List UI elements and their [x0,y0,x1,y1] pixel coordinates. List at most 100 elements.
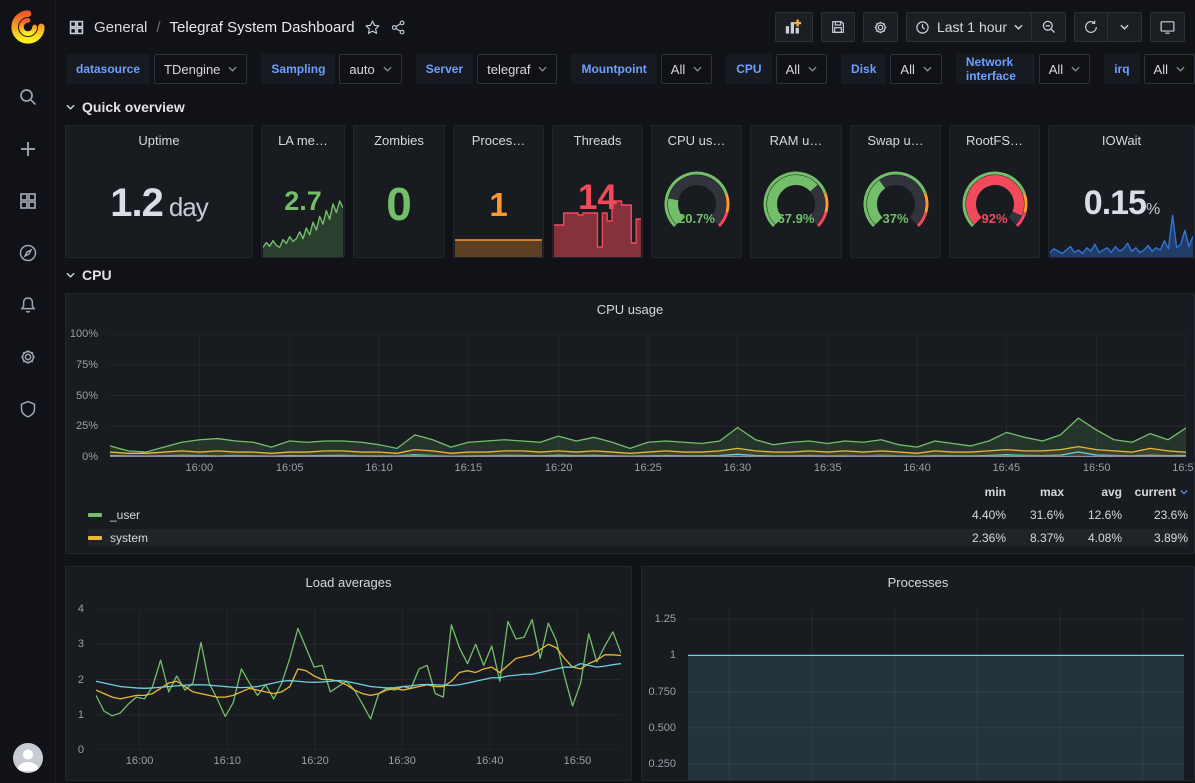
variable-irq: irq All [1104,54,1195,84]
legend-col-min[interactable]: min [948,485,1006,499]
load-average-panel: LA me… 2.7 [261,125,345,258]
cpu-usage-gauge-panel: CPU us… 20.7% [651,125,742,258]
variable-sampling: Sampling auto [261,54,401,84]
server-admin-shield-icon[interactable] [9,394,47,424]
chevron-down-icon [693,66,702,72]
star-icon[interactable] [364,19,381,36]
row-header-quick-overview[interactable]: Quick overview [66,96,1195,118]
stat-panels-row: Uptime 1.2day LA me… 2.7 Zombies 0 Proce… [65,125,1195,258]
cpu-usage-plot[interactable] [110,334,1186,457]
chevron-down-icon [66,272,75,278]
variable-value-dropdown[interactable]: telegraf [477,54,557,84]
legend-row-iowait: iowait 0.696% 4.11% 1.10% 1.24% [88,552,1188,554]
grafana-logo-icon[interactable] [9,8,47,46]
zoom-out-time-button[interactable] [1032,12,1066,42]
rootfs-usage-gauge-panel: RootFS… 92% [949,125,1040,258]
variable-label[interactable]: Mountpoint [571,54,656,84]
variable-label[interactable]: Network interface [956,54,1035,84]
panel-title[interactable]: Uptime [66,126,252,150]
row-title: Quick overview [82,99,185,115]
add-panel-button[interactable] [775,12,813,42]
gauge-value: 20.7% [652,211,741,226]
search-icon[interactable] [9,82,47,112]
variable-value-dropdown[interactable]: All [1039,54,1090,84]
series-label[interactable]: iowait [110,554,948,555]
zombies-value: 0 [386,177,412,231]
ram-usage-gauge-panel: RAM u… 67.9% [750,125,842,258]
series-label[interactable]: system [110,531,948,545]
legend-col-current[interactable]: current [1122,485,1188,499]
panel-title[interactable]: LA me… [262,126,344,150]
load-averages-panel: Load averages 43210 16:0016:1016:2016:30… [65,566,632,781]
rootfs-usage-gauge [950,150,1039,257]
variable-label[interactable]: Disk [841,54,886,84]
variable-value-dropdown[interactable]: All [1144,54,1195,84]
dashboard-grid-icon[interactable] [68,19,85,36]
legend-row-user: _user 4.40% 31.6% 12.6% 23.6% [88,506,1188,523]
time-range-label: Last 1 hour [937,19,1007,35]
bottom-panels-row: Load averages 43210 16:0016:1016:2016:30… [65,566,1195,781]
variable-value-dropdown[interactable]: All [890,54,941,84]
variable-label[interactable]: Sampling [261,54,335,84]
variable-label[interactable]: datasource [66,54,150,84]
panel-title[interactable]: Proces… [454,126,543,150]
variable-label[interactable]: irq [1104,54,1139,84]
variable-value-dropdown[interactable]: All [776,54,827,84]
sidebar [0,0,56,783]
panel-title[interactable]: CPU us… [652,126,741,150]
dashboards-icon[interactable] [9,186,47,216]
alerting-bell-icon[interactable] [9,290,47,320]
panel-title[interactable]: Load averages [66,567,631,593]
chevron-down-icon [538,66,547,72]
panel-title[interactable]: RootFS… [950,126,1039,150]
breadcrumb-dashboard-title[interactable]: Telegraf System Dashboard [170,19,355,36]
refresh-interval-dropdown[interactable] [1108,12,1142,42]
load-averages-plot[interactable] [96,609,621,750]
swap-usage-gauge-panel: Swap u… 37% [850,125,941,258]
gauge-value: 37% [851,211,940,226]
iowait-sparkline [1050,213,1193,257]
processes-plot[interactable] [688,609,1184,780]
variable-cpu: CPU All [726,54,827,84]
refresh-button[interactable] [1074,12,1108,42]
series-swatch [88,513,102,517]
variable-value-dropdown[interactable]: All [661,54,712,84]
gauge-value: 67.9% [751,211,841,226]
y-axis: 100%75%50%25%0% [66,334,104,457]
threads-panel: Threads 14 [552,125,643,258]
load-average-sparkline [263,199,343,257]
legend-col-avg[interactable]: avg [1064,485,1122,499]
add-icon[interactable] [9,134,47,164]
variable-label[interactable]: CPU [726,54,771,84]
legend-row-system: system 2.36% 8.37% 4.08% 3.89% [88,529,1188,546]
dashboard-settings-button[interactable] [863,12,898,42]
variable-disk: Disk All [841,54,942,84]
panel-title[interactable]: CPU usage [66,294,1194,320]
save-dashboard-button[interactable] [821,12,855,42]
user-avatar[interactable] [13,743,43,773]
panel-title[interactable]: Processes [642,567,1194,593]
series-label[interactable]: _user [110,508,948,522]
variable-mountpoint: Mountpoint All [571,54,712,84]
variable-label[interactable]: Server [416,54,473,84]
breadcrumb-section[interactable]: General [94,19,147,36]
share-icon[interactable] [390,19,407,36]
row-header-cpu[interactable]: CPU [66,264,1195,286]
cycle-view-mode-button[interactable] [1150,12,1185,42]
panel-title[interactable]: RAM u… [751,126,841,150]
variable-value-dropdown[interactable]: TDengine [154,54,247,84]
legend-col-max[interactable]: max [1006,485,1064,499]
time-range-button[interactable]: Last 1 hour [906,12,1032,42]
panel-title[interactable]: Swap u… [851,126,940,150]
variable-value-dropdown[interactable]: auto [339,54,401,84]
configuration-gear-icon[interactable] [9,342,47,372]
processes-panel: Processes 1.2510.7500.5000.250 [641,566,1195,781]
explore-compass-icon[interactable] [9,238,47,268]
gauge-value: 92% [950,211,1039,226]
panel-title[interactable]: Zombies [354,126,444,150]
chevron-down-icon [808,66,817,72]
panel-title[interactable]: IOWait [1049,126,1194,150]
x-axis: 16:0016:0516:1016:1516:2016:2516:3016:35… [110,457,1186,475]
processes-sparkline [455,189,542,257]
panel-title[interactable]: Threads [553,126,642,150]
